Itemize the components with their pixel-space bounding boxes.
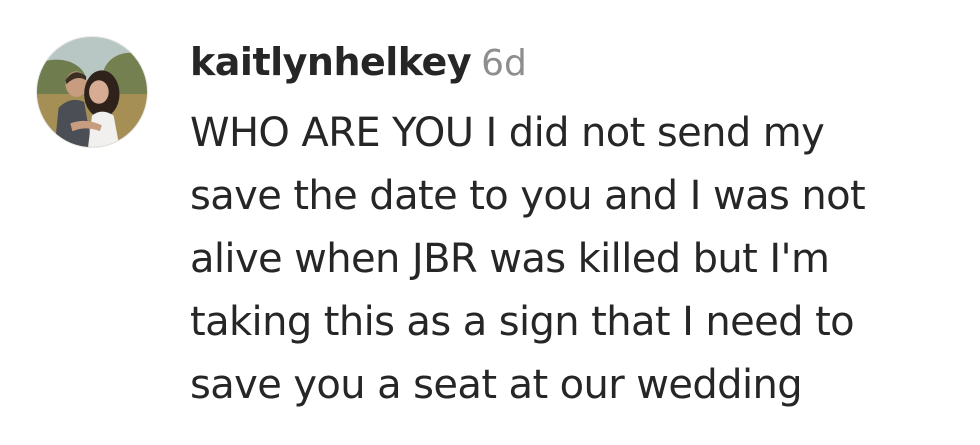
comment-text-line: save the date to you and I was not	[190, 173, 866, 219]
avatar[interactable]	[36, 36, 148, 148]
comment-text: WHO ARE YOU I did not send my save the d…	[190, 102, 970, 417]
comment-text-line: taking this as a sign that I need to	[190, 299, 855, 345]
comment-header: kaitlynhelkey 6d	[190, 40, 970, 102]
comment-text-line: WHO ARE YOU I did not send my	[190, 110, 825, 156]
username-link[interactable]: kaitlynhelkey	[190, 40, 472, 84]
comment-body: kaitlynhelkey 6d WHO ARE YOU I did not s…	[190, 40, 970, 417]
comment-item: kaitlynhelkey 6d WHO ARE YOU I did not s…	[0, 0, 980, 445]
comment-timestamp[interactable]: 6d	[481, 43, 527, 84]
comment-text-line: alive when JBR was killed but I'm	[190, 236, 830, 282]
profile-photo-icon	[37, 37, 147, 147]
comment-text-line: save you a seat at our wedding	[190, 362, 803, 408]
